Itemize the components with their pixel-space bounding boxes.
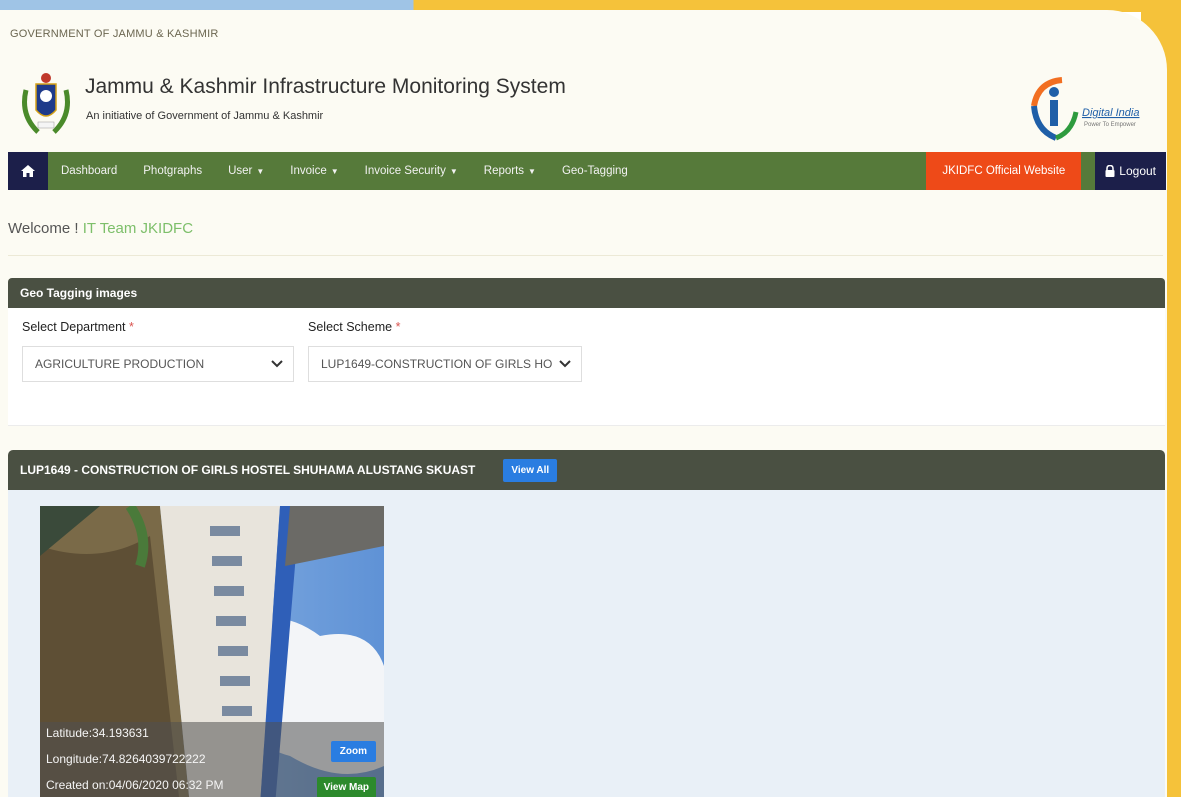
nav-invoice-security-dropdown[interactable]: Invoice Security ▼ — [352, 152, 471, 190]
digital-india-logo: Digital India Power To Empower — [1020, 72, 1160, 144]
nav-geo-tagging-label: Geo-Tagging — [561, 165, 628, 177]
state-emblem-logo — [18, 70, 74, 146]
nav-photographs[interactable]: Photgraphs — [130, 152, 215, 190]
page: GOVERNMENT OF JAMMU & KASHMIR Jammu & Ka… — [0, 10, 1167, 797]
official-website-button[interactable]: JKIDFC Official Website — [926, 152, 1082, 190]
site-title: Jammu & Kashmir Infrastructure Monitorin… — [85, 75, 566, 98]
nav-dashboard-label: Dashboard — [61, 165, 118, 177]
divider — [8, 255, 1163, 256]
nav-user-dropdown[interactable]: User ▼ — [215, 152, 277, 190]
welcome-message: Welcome ! IT Team JKIDFC — [8, 220, 193, 237]
main-navbar: Dashboard Photgraphs User ▼ Invoice ▼ Invo… — [8, 152, 1166, 190]
photo-info-overlay: Latitude:34.193631 Longitude:74.82640397… — [40, 722, 384, 797]
nav-dashboard[interactable]: Dashboard — [48, 152, 130, 190]
nav-invoice-dropdown[interactable]: Invoice ▼ — [277, 152, 351, 190]
lock-icon — [1105, 165, 1115, 177]
scheme-selected-value: LUP1649-CONSTRUCTION OF GIRLS HO — [321, 357, 553, 371]
chevron-down-icon — [271, 360, 283, 368]
site-header: Jammu & Kashmir Infrastructure Monitorin… — [0, 60, 1167, 152]
geo-tagging-card-body: Select Department * AGRICULTURE PRODUCTI… — [8, 308, 1165, 426]
nav-user-label: User — [228, 165, 253, 177]
caret-down-icon: ▼ — [256, 166, 265, 176]
nav-invoice-label: Invoice — [290, 165, 327, 177]
caret-down-icon: ▼ — [528, 166, 536, 176]
site-subtitle: An initiative of Government of Jammu & K… — [86, 110, 324, 122]
home-icon — [21, 165, 35, 177]
government-title: GOVERNMENT OF JAMMU & KASHMIR — [10, 28, 219, 40]
scheme-label: Select Scheme * — [308, 320, 400, 334]
department-label: Select Department * — [22, 320, 134, 334]
scheme-title: LUP1649 - CONSTRUCTION OF GIRLS HOSTEL S… — [20, 463, 476, 477]
digital-india-text: Digital India — [1082, 107, 1139, 119]
logout-button[interactable]: Logout — [1095, 152, 1166, 190]
digital-india-tagline: Power To Empower — [1084, 122, 1136, 128]
chevron-down-icon — [559, 360, 571, 368]
scheme-select[interactable]: LUP1649-CONSTRUCTION OF GIRLS HO — [308, 346, 582, 382]
nav-geo-tagging[interactable]: Geo-Tagging — [549, 152, 641, 190]
scheme-images-gallery: Latitude:34.193631 Longitude:74.82640397… — [8, 490, 1165, 797]
zoom-button[interactable]: Zoom — [330, 741, 376, 762]
caret-down-icon: ▼ — [449, 166, 458, 176]
nav-invoice-security-label: Invoice Security — [364, 165, 446, 177]
home-button[interactable] — [8, 152, 48, 190]
view-map-button[interactable]: View Map — [316, 777, 376, 797]
caret-down-icon: ▼ — [330, 166, 339, 176]
scheme-label-text: Select Scheme — [308, 320, 393, 334]
scheme-images-card: LUP1649 - CONSTRUCTION OF GIRLS HOSTEL S… — [8, 450, 1165, 797]
photo-longitude: Longitude:74.8264039722222 — [46, 752, 206, 766]
nav-reports-label: Reports — [483, 165, 525, 177]
logout-label: Logout — [1119, 164, 1156, 178]
required-mark: * — [395, 320, 401, 334]
nav-photographs-label: Photgraphs — [143, 165, 203, 177]
welcome-prefix: Welcome ! — [8, 220, 79, 237]
photo-created-date: Created on:04/06/2020 06:32 PM — [46, 778, 224, 792]
view-all-button[interactable]: View All — [503, 458, 558, 482]
geo-tagged-photo[interactable]: Latitude:34.193631 Longitude:74.82640397… — [40, 506, 384, 797]
photo-latitude: Latitude:34.193631 — [46, 726, 149, 740]
nav-reports-dropdown[interactable]: Reports ▼ — [471, 152, 549, 190]
department-label-text: Select Department — [22, 320, 126, 334]
scheme-images-card-header: LUP1649 - CONSTRUCTION OF GIRLS HOSTEL S… — [8, 450, 1165, 490]
required-mark: * — [129, 320, 134, 334]
welcome-user-name: IT Team JKIDFC — [82, 220, 194, 237]
department-select[interactable]: AGRICULTURE PRODUCTION — [22, 346, 294, 382]
geo-tagging-card: Geo Tagging images Select Department * A… — [8, 278, 1165, 440]
geo-tagging-card-title: Geo Tagging images — [8, 278, 1165, 308]
department-selected-value: AGRICULTURE PRODUCTION — [35, 357, 205, 371]
